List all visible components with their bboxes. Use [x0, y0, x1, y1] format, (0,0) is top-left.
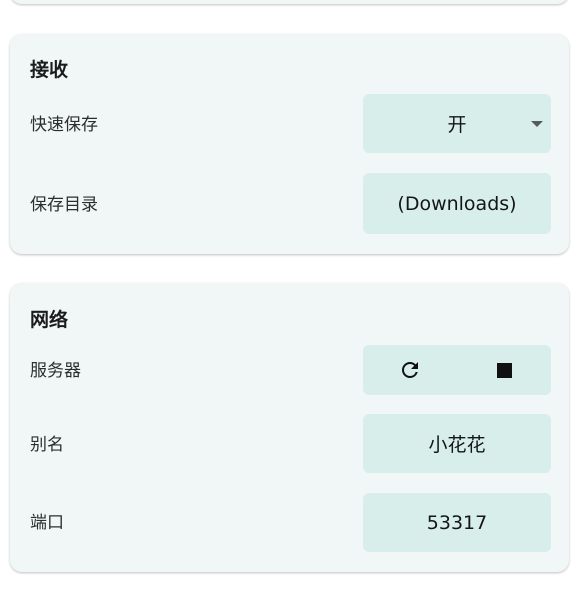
quick-save-value: 开 — [447, 114, 467, 136]
receive-card: 接收 快速保存 开 保存目录 (Downloads) — [10, 34, 569, 254]
settings-card-top — [10, 0, 569, 4]
alias-label: 别名 — [30, 435, 64, 455]
network-title: 网络 — [30, 309, 69, 331]
server-stop-button[interactable] — [457, 345, 551, 395]
refresh-icon — [402, 362, 418, 378]
save-dir-button[interactable]: (Downloads) — [363, 173, 551, 234]
server-restart-button[interactable] — [363, 345, 457, 395]
save-dir-label: 保存目录 — [30, 195, 98, 215]
save-dir-value: (Downloads) — [397, 192, 517, 215]
stop-icon — [496, 362, 512, 378]
receive-title: 接收 — [30, 59, 69, 81]
port-field[interactable]: 53317 — [363, 493, 551, 552]
port-value: 53317 — [426, 511, 488, 534]
server-label: 服务器 — [30, 361, 81, 381]
server-controls — [363, 345, 551, 395]
alias-field[interactable]: 小花花 — [363, 414, 551, 473]
quick-save-label: 快速保存 — [30, 115, 98, 135]
quick-save-dropdown[interactable]: 开 — [363, 94, 551, 153]
chevron-down-icon — [531, 120, 543, 127]
port-label: 端口 — [30, 513, 64, 533]
alias-value: 小花花 — [428, 434, 486, 456]
network-card: 网络 服务器 别名 小花花 端口 53317 — [10, 283, 569, 572]
